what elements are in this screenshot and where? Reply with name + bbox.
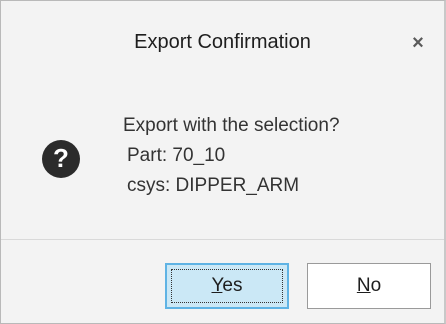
no-button-label: No: [356, 275, 382, 296]
message-csys: csys: DIPPER_ARM: [127, 175, 300, 196]
close-icon[interactable]: ×: [406, 31, 430, 55]
message-part: Part: 70_10: [127, 145, 226, 166]
no-button[interactable]: No: [307, 263, 431, 309]
question-icon: ?: [42, 140, 80, 178]
yes-button[interactable]: Yes: [165, 263, 289, 309]
message: Export with the selection? Part: 70_10 c…: [123, 111, 340, 201]
svg-text:?: ?: [53, 143, 69, 173]
title-bar: Export Confirmation ×: [1, 1, 444, 89]
focus-rectangle: [171, 269, 283, 303]
message-question: Export with the selection?: [123, 115, 340, 136]
dialog-title: Export Confirmation: [134, 31, 311, 53]
export-confirmation-dialog: Export Confirmation × ? Export with the …: [0, 0, 446, 324]
